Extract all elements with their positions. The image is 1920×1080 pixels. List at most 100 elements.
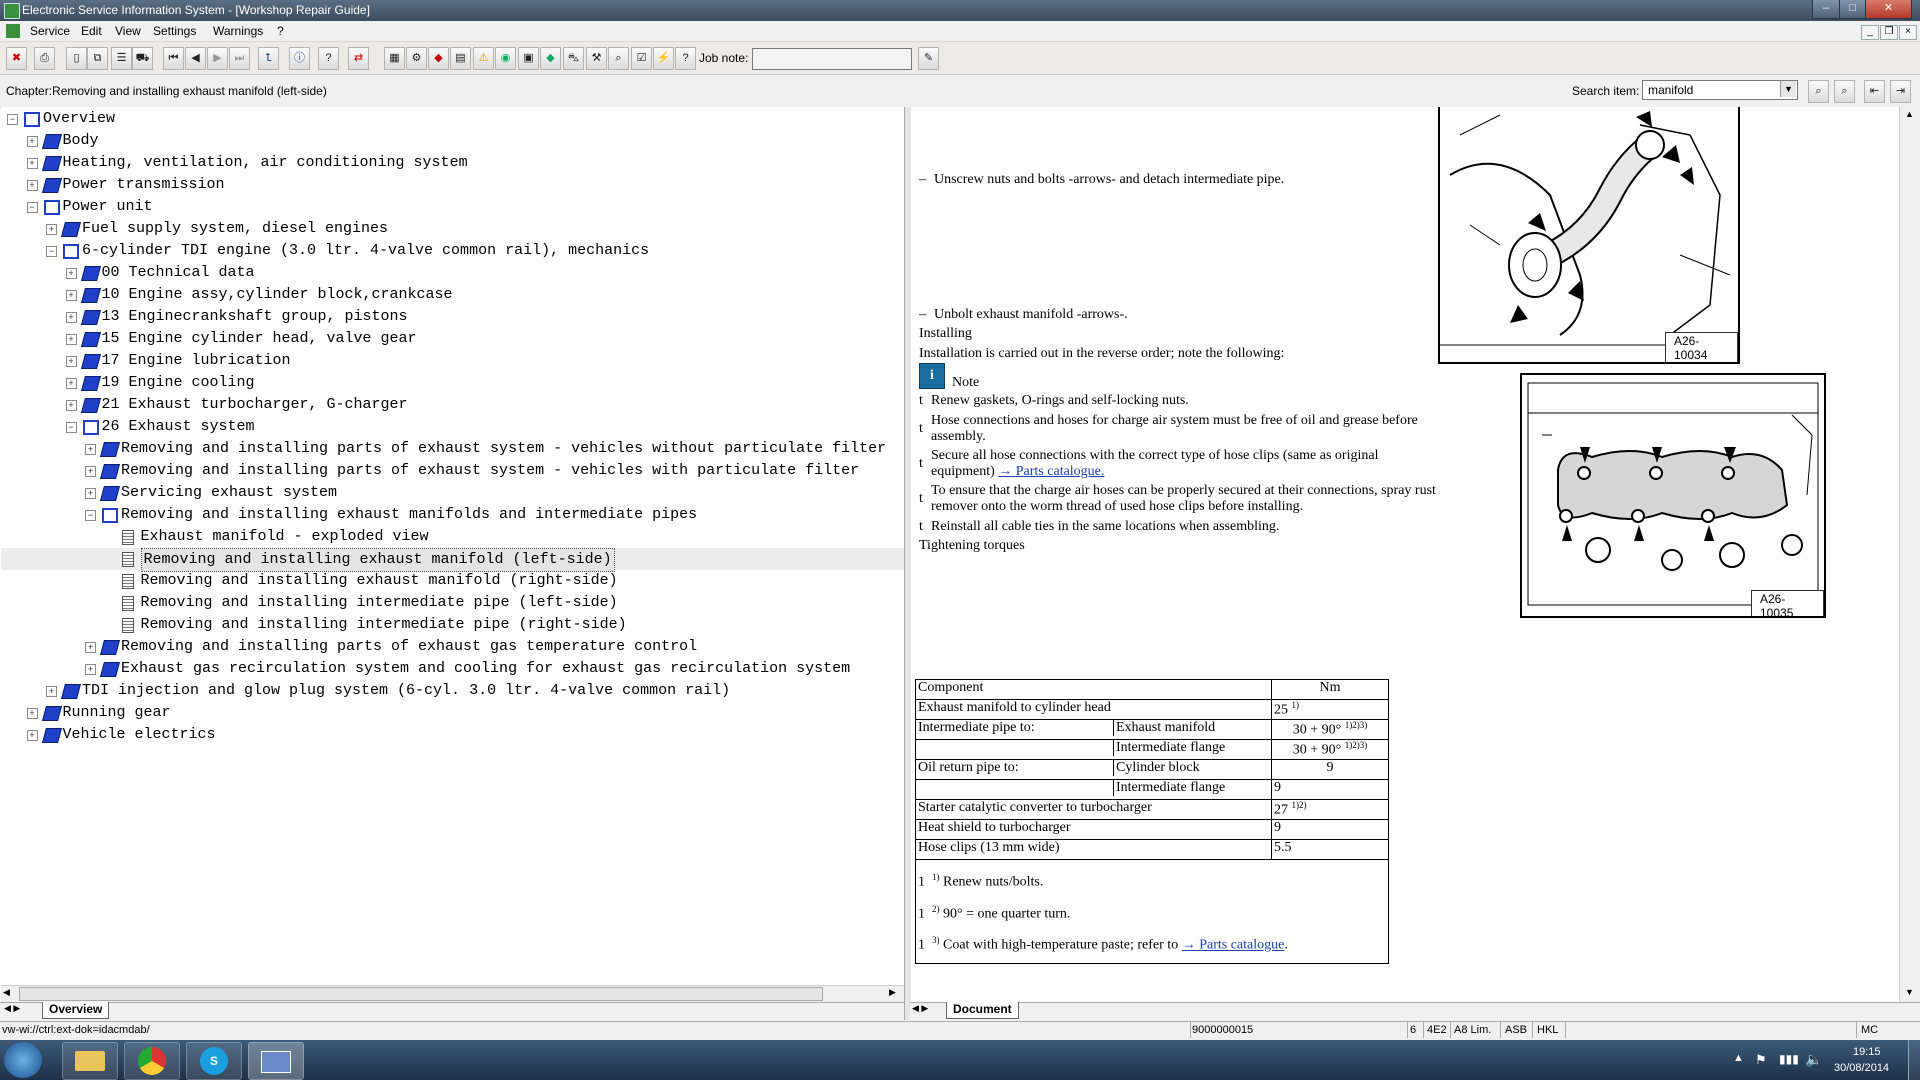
minimize-button[interactable]: –: [1812, 0, 1840, 19]
tree-item[interactable]: +21 Exhaust turbocharger, G-charger: [1, 394, 904, 416]
job-note-edit-icon[interactable]: ✎: [918, 47, 939, 70]
expand-toggle-icon[interactable]: +: [85, 488, 96, 499]
scroll-left-icon[interactable]: ◀: [3, 987, 10, 998]
mdi-close-button[interactable]: ×: [1899, 25, 1917, 40]
tree-item[interactable]: +17 Engine lubrication: [1, 350, 904, 372]
network-icon[interactable]: ▮▮▮: [1779, 1052, 1799, 1066]
car-icon[interactable]: ⛍: [563, 47, 584, 70]
tree-item[interactable]: + Removing and installing parts of exhaus…: [1, 438, 904, 460]
scroll-up-icon[interactable]: ▲: [1905, 109, 1914, 119]
tree-item[interactable]: +13 Enginecrankshaft group, pistons: [1, 306, 904, 328]
expand-toggle-icon[interactable]: +: [65, 312, 77, 323]
expand-toggle-icon[interactable]: +: [65, 334, 77, 345]
tree-item[interactable]: + Removing and installing parts of exhaus…: [1, 460, 904, 482]
tree-item[interactable]: − Removing and installing exhaust manifol…: [1, 504, 904, 526]
mdi-minimize-button[interactable]: _: [1861, 25, 1879, 40]
expand-toggle-icon[interactable]: +: [26, 708, 38, 719]
tree-item[interactable]: +10 Engine assy,cylinder block,crankcase: [1, 284, 904, 306]
tree-scroll-thumb[interactable]: [19, 987, 823, 1001]
help-icon[interactable]: ?: [675, 47, 696, 70]
vehicle-icon[interactable]: ⛟: [132, 47, 153, 70]
up-level-icon[interactable]: ⮤: [258, 47, 279, 70]
search-dropdown-icon[interactable]: ▼: [1780, 81, 1796, 97]
question-icon[interactable]: ?: [318, 47, 339, 70]
collapse-toggle-icon[interactable]: −: [26, 202, 38, 213]
collapse-icon[interactable]: ⇤: [1864, 80, 1885, 103]
tree-item[interactable]: − Overview: [1, 108, 904, 130]
menu-service[interactable]: Service: [30, 24, 70, 38]
tree-item[interactable]: Removing and installing intermediate pip…: [1, 592, 904, 614]
volume-icon[interactable]: 🔈: [1805, 1051, 1822, 1068]
expand-toggle-icon[interactable]: +: [65, 356, 77, 367]
copy-icon[interactable]: ⧉: [87, 47, 108, 70]
doc-tab-prev-icon[interactable]: ◀ ▶: [912, 1003, 928, 1014]
expand-icon[interactable]: ⇥: [1890, 80, 1911, 103]
menu-view[interactable]: View: [115, 24, 141, 38]
collapse-toggle-icon[interactable]: −: [85, 510, 96, 521]
tree-item[interactable]: Removing and installing exhaust manifold…: [1, 570, 904, 592]
tree-item[interactable]: + Heating, ventilation, air conditioning …: [1, 152, 904, 174]
info-icon[interactable]: ⓘ: [289, 47, 310, 70]
document-list-icon[interactable]: ☰: [111, 47, 132, 70]
box-icon[interactable]: ▣: [518, 47, 539, 70]
first-icon[interactable]: ⏮: [163, 47, 184, 70]
tree-item[interactable]: + Removing and installing parts of exhaus…: [1, 636, 904, 658]
swap-icon[interactable]: ⇄: [348, 47, 369, 70]
scroll-right-icon[interactable]: ▶: [889, 987, 896, 998]
expand-toggle-icon[interactable]: +: [85, 642, 96, 653]
expand-toggle-icon[interactable]: +: [65, 400, 77, 411]
tree-item[interactable]: − 6-cylinder TDI engine (3.0 ltr. 4-valve…: [1, 240, 904, 262]
previous-icon[interactable]: ◀: [185, 47, 206, 70]
overview-tree[interactable]: − Overview + Body + Heating, ventilation, air…: [1, 107, 905, 987]
expand-toggle-icon[interactable]: +: [26, 158, 38, 169]
diagnostic-icon[interactable]: ⚡: [653, 47, 674, 70]
tree-item[interactable]: + Fuel supply system, diesel engines: [1, 218, 904, 240]
expand-toggle-icon[interactable]: +: [65, 378, 77, 389]
tree-item[interactable]: Removing and installing intermediate pip…: [1, 614, 904, 636]
last-icon[interactable]: ⏭: [229, 47, 250, 70]
expand-toggle-icon[interactable]: +: [65, 290, 77, 301]
exit-icon[interactable]: ✖: [6, 47, 27, 70]
tree-item[interactable]: + Vehicle electrics: [1, 724, 904, 746]
flag-icon[interactable]: ⚑: [1755, 1052, 1767, 1068]
checklist-icon[interactable]: ☑: [631, 47, 652, 70]
menu-settings[interactable]: Settings: [153, 24, 196, 38]
print-icon[interactable]: ⎙: [34, 47, 55, 70]
taskbar-skype-icon[interactable]: S: [186, 1042, 242, 1080]
search-icon[interactable]: ⌕: [1808, 80, 1829, 103]
tree-item[interactable]: − Power unit: [1, 196, 904, 218]
taskbar-elsa-icon[interactable]: [248, 1042, 304, 1080]
calculator-icon[interactable]: ▦: [384, 47, 405, 70]
collapse-toggle-icon[interactable]: −: [65, 422, 77, 433]
mdi-restore-button[interactable]: ❐: [1880, 25, 1898, 40]
menu-edit[interactable]: Edit: [81, 24, 102, 38]
menu-help[interactable]: ?: [277, 24, 284, 38]
document-vertical-scrollbar[interactable]: ▲ ▼: [1899, 107, 1920, 1002]
close-button[interactable]: ✕: [1865, 0, 1912, 19]
search-next-icon[interactable]: ⌕: [1834, 80, 1855, 103]
expand-toggle-icon[interactable]: +: [85, 444, 96, 455]
new-document-icon[interactable]: ▯: [66, 47, 87, 70]
circuit-icon[interactable]: ⚙: [406, 47, 427, 70]
tree-item[interactable]: − 26 Exhaust system: [1, 416, 904, 438]
document-icon[interactable]: ▤: [450, 47, 471, 70]
expand-toggle-icon[interactable]: +: [85, 664, 96, 675]
taskbar-chrome-icon[interactable]: [124, 1042, 180, 1080]
green-book-icon[interactable]: ◆: [540, 47, 561, 70]
expand-toggle-icon[interactable]: +: [26, 730, 38, 741]
expand-toggle-icon[interactable]: +: [65, 268, 77, 279]
tree-item[interactable]: + Power transmission: [1, 174, 904, 196]
tree-item[interactable]: + Servicing exhaust system: [1, 482, 904, 504]
menu-warnings[interactable]: Warnings: [213, 24, 263, 38]
tree-item[interactable]: +19 Engine cooling: [1, 372, 904, 394]
tree-item[interactable]: Removing and installing exhaust manifold…: [1, 548, 904, 572]
parts-catalogue-link-1[interactable]: → Parts catalogue.: [998, 464, 1104, 479]
expand-toggle-icon[interactable]: +: [46, 686, 57, 697]
tab-document[interactable]: Document: [946, 1002, 1019, 1019]
collapse-toggle-icon[interactable]: −: [7, 114, 18, 125]
tray-arrow-icon[interactable]: ▲: [1733, 1052, 1744, 1064]
start-button[interactable]: [4, 1042, 42, 1078]
tree-item[interactable]: +15 Engine cylinder head, valve gear: [1, 328, 904, 350]
clock-date[interactable]: 30/08/2014: [1834, 1062, 1889, 1074]
tab-prev-icon[interactable]: ◀ ▶: [4, 1003, 20, 1014]
